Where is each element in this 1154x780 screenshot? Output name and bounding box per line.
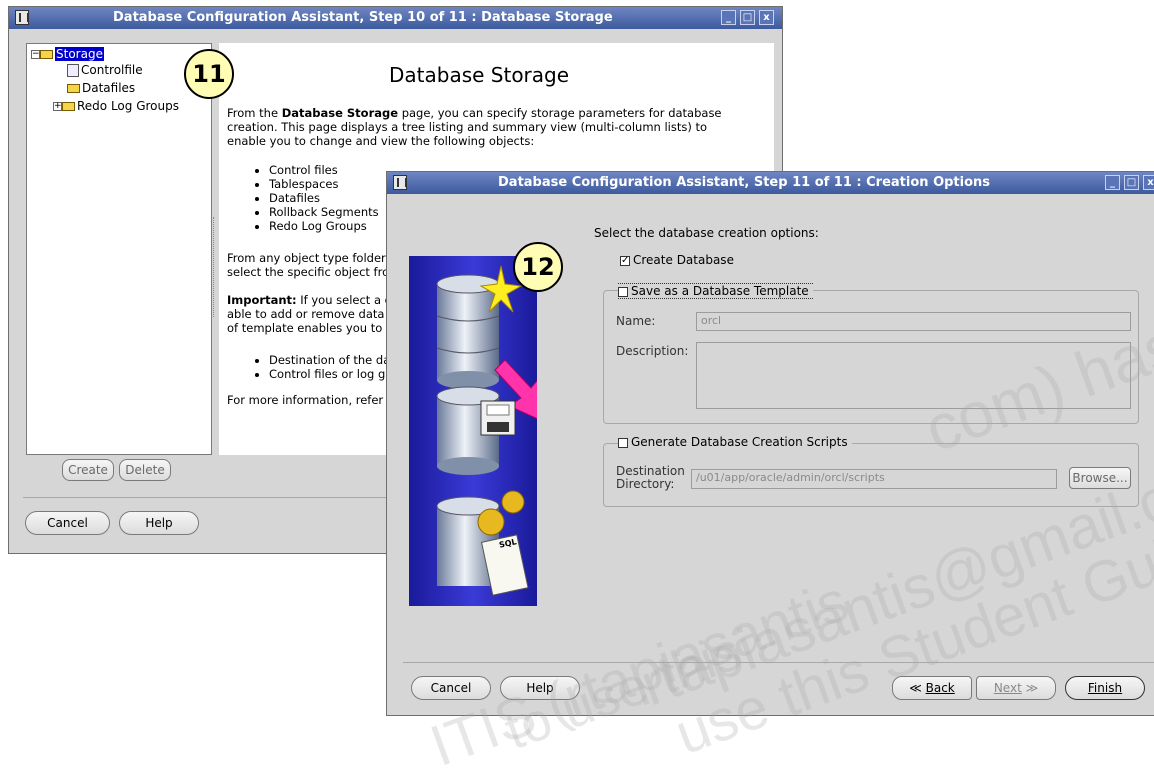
tree-item-redo-log-groups[interactable]: + Redo Log Groups (53, 98, 179, 114)
checkbox-unchecked-icon[interactable] (618, 286, 628, 297)
window-step-11-titlebar[interactable]: Database Configuration Assistant, Step 1… (387, 172, 1154, 194)
close-icon[interactable]: x (1143, 175, 1154, 190)
cancel-button[interactable]: Cancel (411, 676, 491, 700)
destination-label-2: Directory: (616, 477, 675, 491)
tree-item-label: Controlfile (81, 63, 143, 77)
folder-icon (62, 102, 75, 111)
storage-tree: − Storage Controlfile Datafiles + Redo Log… (26, 43, 212, 455)
list-item: Datafiles (269, 191, 379, 205)
gen-scripts-checkbox[interactable]: Generate Database Creation Scripts (618, 435, 852, 449)
callout-12: 12 (513, 242, 563, 292)
help-para2: From any object type folder select the s… (227, 251, 390, 279)
divider (403, 662, 1154, 663)
name-label: Name: (616, 314, 656, 328)
checkbox-label: Create Database (633, 253, 734, 267)
create-database-checkbox[interactable]: ✓ Create Database (620, 253, 734, 267)
list-item: Control files or log gr (269, 367, 390, 381)
close-icon[interactable]: x (759, 10, 774, 25)
list-item: Control files (269, 163, 379, 177)
tree-item-label: Datafiles (82, 81, 136, 95)
help-heading: Database Storage (389, 63, 570, 87)
back-button[interactable]: ≪ Back (892, 676, 972, 700)
folder-icon (67, 84, 80, 93)
controlfile-icon (67, 64, 79, 77)
list-item: Redo Log Groups (269, 219, 379, 233)
delete-button[interactable]: Delete (119, 459, 171, 481)
help-para3: For more information, refer (227, 393, 384, 407)
collapse-icon[interactable]: − (31, 50, 40, 59)
finish-button[interactable]: Finish (1065, 676, 1145, 700)
window-title: Database Configuration Assistant, Step 1… (113, 10, 613, 25)
wizard-illustration: SQL (409, 256, 537, 606)
description-label: Description: (616, 344, 689, 358)
help-button[interactable]: Help (119, 511, 199, 535)
checkbox-label: Generate Database Creation Scripts (631, 435, 848, 449)
checkbox-unchecked-icon[interactable] (618, 437, 628, 448)
minimize-icon[interactable]: _ (1105, 175, 1120, 190)
save-template-checkbox[interactable]: Save as a Database Template (618, 283, 813, 299)
description-field[interactable] (696, 342, 1131, 409)
name-field[interactable]: orcl (696, 312, 1131, 331)
list-item: Tablespaces (269, 177, 379, 191)
folder-icon (40, 50, 53, 59)
window-step-10-titlebar[interactable]: Database Configuration Assistant, Step 1… (9, 7, 782, 29)
cancel-button[interactable]: Cancel (25, 511, 110, 535)
minimize-icon[interactable]: _ (721, 10, 736, 25)
app-icon (15, 10, 29, 25)
database-illustration-icon (436, 265, 537, 596)
tree-item-controlfile[interactable]: Controlfile (67, 62, 143, 78)
tree-item-storage[interactable]: − Storage (31, 46, 104, 62)
list-item: Destination of the da (269, 353, 390, 367)
splitter[interactable] (213, 217, 218, 317)
tree-item-label: Storage (55, 47, 104, 61)
help-object-list: Control files Tablespaces Datafiles Roll… (219, 163, 379, 233)
help-important: Important: If you select a d able to add… (227, 293, 392, 335)
maximize-icon[interactable]: □ (1124, 175, 1139, 190)
window-title: Database Configuration Assistant, Step 1… (498, 175, 991, 190)
chevron-left-icon: ≪ (909, 681, 926, 695)
app-icon (393, 175, 407, 190)
destination-field[interactable]: /u01/app/oracle/admin/orcl/scripts (691, 469, 1057, 489)
tree-item-datafiles[interactable]: Datafiles (67, 80, 135, 96)
tree-item-label: Redo Log Groups (77, 99, 179, 113)
checkbox-checked-icon[interactable]: ✓ (620, 255, 630, 266)
window-step-11: Database Configuration Assistant, Step 1… (386, 171, 1154, 716)
help-intro: From the Database Storage page, you can … (227, 106, 722, 148)
next-button: Next ≫ (976, 676, 1056, 700)
callout-11: 11 (184, 49, 234, 99)
destination-label-1: Destination (616, 464, 685, 478)
list-item: Rollback Segments (269, 205, 379, 219)
creation-options-prompt: Select the database creation options: (594, 226, 819, 240)
expand-icon[interactable]: + (53, 102, 62, 111)
create-button[interactable]: Create (62, 459, 114, 481)
checkbox-label: Save as a Database Template (631, 284, 809, 298)
help-bullets2: Destination of the da Control files or l… (219, 353, 390, 381)
chevron-right-icon: ≫ (1021, 681, 1039, 695)
browse-button[interactable]: Browse... (1069, 467, 1131, 489)
help-button[interactable]: Help (500, 676, 580, 700)
maximize-icon[interactable]: □ (740, 10, 755, 25)
